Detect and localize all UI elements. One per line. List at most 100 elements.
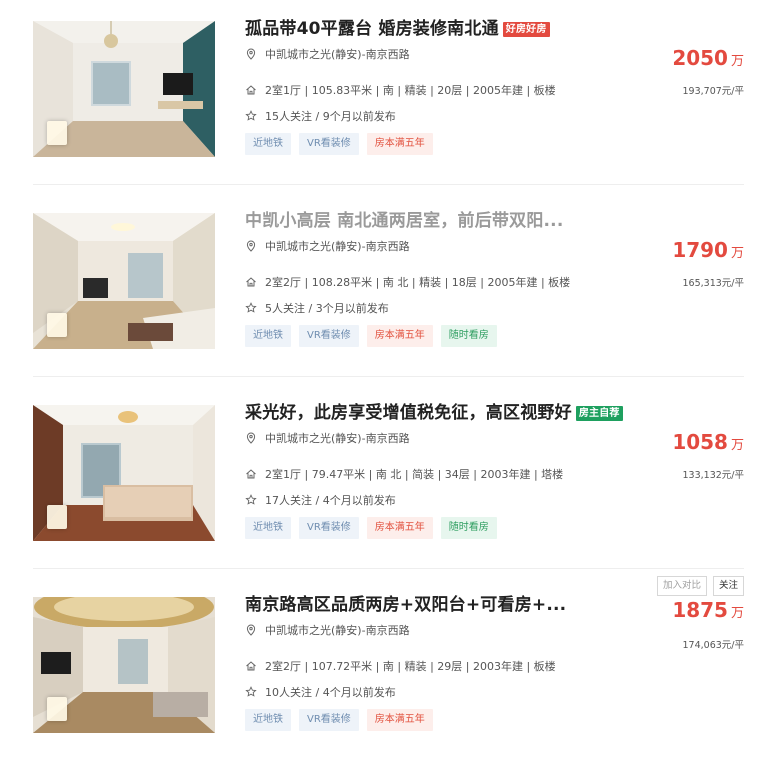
total-price: 1790 万 <box>672 238 744 262</box>
tag-chip: 近地铁 <box>245 709 291 731</box>
tag-chip: VR看装修 <box>299 709 359 731</box>
total-price-value: 1058 <box>672 430 728 454</box>
listing-card[interactable]: 中凯小高层 南北通两居室，前后带双阳... 中凯城市之光(静安) - 南京西路 … <box>0 192 767 382</box>
district-link[interactable]: 南京西路 <box>366 46 410 62</box>
listing-title-text[interactable]: 中凯小高层 南北通两居室，前后带双阳... <box>245 211 564 231</box>
listing-card[interactable]: 采光好，此房享受增值税免征，高区视野好 房主自荐 中凯城市之光(静安) - 南京西… <box>0 384 767 574</box>
tag-chip: VR看装修 <box>299 325 359 347</box>
listing-location: 中凯城市之光(静安) - 南京西路 <box>245 430 410 446</box>
tag-chip: 房本满五年 <box>366 517 433 539</box>
vr-icon <box>47 697 67 721</box>
location-pin-icon <box>245 240 257 252</box>
house-info-text: 2室2厅 | 107.72平米 | 南 | 精装 | 29层 | 2003年建 … <box>265 660 556 673</box>
listing-follow: 17人关注 / 4个月以前发布 <box>245 492 396 508</box>
listing-photo[interactable] <box>33 597 215 733</box>
follow-info-text: 5人关注 / 3个月以前发布 <box>265 302 389 315</box>
listing-title[interactable]: 采光好，此房享受增值税免征，高区视野好 房主自荐 <box>245 398 623 423</box>
listing-location: 中凯城市之光(静安) - 南京西路 <box>245 622 410 638</box>
listing-divider <box>33 568 744 569</box>
community-link[interactable]: 中凯城市之光(静安) <box>265 430 362 446</box>
listing-follow: 5人关注 / 3个月以前发布 <box>245 300 389 316</box>
tag-list: 近地铁 VR看装修 房本满五年 随时看房 <box>245 325 505 347</box>
district-link[interactable]: 南京西路 <box>366 430 410 446</box>
house-icon <box>245 84 257 96</box>
house-info-text: 2室1厅 | 79.47平米 | 南 北 | 简装 | 34层 | 2003年建… <box>265 468 564 481</box>
tag-chip: 近地铁 <box>245 325 291 347</box>
listing-card[interactable]: 南京路高区品质两房+双阳台+可看房+... 中凯城市之光(静安) - 南京西路 … <box>0 576 767 766</box>
listing-title[interactable]: 孤品带40平露台 婚房装修南北通 好房好房 <box>245 14 550 39</box>
star-icon <box>245 110 257 122</box>
tag-chip: VR看装修 <box>299 133 359 155</box>
listing-photo[interactable] <box>33 213 215 349</box>
listing-card[interactable]: 孤品带40平露台 婚房装修南北通 好房好房 中凯城市之光(静安) - 南京西路 2… <box>0 0 767 190</box>
listing-title-text[interactable]: 采光好，此房享受增值税免征，高区视野好 <box>245 403 572 423</box>
listing-title-text[interactable]: 孤品带40平露台 婚房装修南北通 <box>245 19 499 39</box>
total-price: 1875 万 <box>672 598 744 622</box>
listing-divider <box>33 376 744 377</box>
vr-icon <box>47 505 67 529</box>
tag-list: 近地铁 VR看装修 房本满五年 <box>245 133 441 155</box>
total-price: 2050 万 <box>672 46 744 70</box>
tag-chip: 随时看房 <box>440 325 497 347</box>
tag-chip: 房本满五年 <box>366 325 433 347</box>
total-price-unit: 万 <box>730 438 744 453</box>
listing-photo[interactable] <box>33 405 215 541</box>
location-pin-icon <box>245 48 257 60</box>
house-info-text: 2室2厅 | 108.28平米 | 南 北 | 精装 | 18层 | 2005年… <box>265 276 571 289</box>
star-icon <box>245 494 257 506</box>
add-to-compare-button[interactable]: 加入对比 <box>656 576 707 596</box>
community-link[interactable]: 中凯城市之光(静安) <box>265 238 362 254</box>
tag-chip: 房本满五年 <box>366 133 433 155</box>
location-pin-icon <box>245 432 257 444</box>
community-link[interactable]: 中凯城市之光(静安) <box>265 622 362 638</box>
tag-chip: 近地铁 <box>245 133 291 155</box>
community-link[interactable]: 中凯城市之光(静安) <box>265 46 362 62</box>
total-price-unit: 万 <box>730 246 744 261</box>
follow-info-text: 15人关注 / 9个月以前发布 <box>265 110 396 123</box>
listing-divider <box>33 184 744 185</box>
listing-location: 中凯城市之光(静安) - 南京西路 <box>245 238 410 254</box>
house-info-text: 2室1厅 | 105.83平米 | 南 | 精装 | 20层 | 2005年建 … <box>265 84 556 97</box>
listing-location: 中凯城市之光(静安) - 南京西路 <box>245 46 410 62</box>
tag-list: 近地铁 VR看装修 房本满五年 随时看房 <box>245 517 505 539</box>
follow-button[interactable]: 关注 <box>712 576 744 596</box>
district-link[interactable]: 南京西路 <box>366 622 410 638</box>
listing-title[interactable]: 中凯小高层 南北通两居室，前后带双阳... <box>245 206 564 231</box>
house-icon <box>245 276 257 288</box>
house-icon <box>245 468 257 480</box>
total-price-value: 1875 <box>672 598 728 622</box>
listing-info: 2室2厅 | 107.72平米 | 南 | 精装 | 29层 | 2003年建 … <box>245 658 556 674</box>
district-link[interactable]: 南京西路 <box>366 238 410 254</box>
star-icon <box>245 302 257 314</box>
total-price-unit: 万 <box>730 54 744 69</box>
star-icon <box>245 686 257 698</box>
unit-price: 165,313元/平 <box>682 278 745 289</box>
listing-follow: 10人关注 / 4个月以前发布 <box>245 684 396 700</box>
tag-chip: 随时看房 <box>440 517 497 539</box>
tag-chip: 近地铁 <box>245 517 291 539</box>
vr-icon <box>47 313 67 337</box>
listing-info: 2室2厅 | 108.28平米 | 南 北 | 精装 | 18层 | 2005年… <box>245 274 570 290</box>
total-price-value: 2050 <box>672 46 728 70</box>
follow-info-text: 17人关注 / 4个月以前发布 <box>265 494 396 507</box>
total-price: 1058 万 <box>672 430 744 454</box>
total-price-value: 1790 <box>672 238 728 262</box>
listing-title[interactable]: 南京路高区品质两房+双阳台+可看房+... <box>245 590 566 615</box>
vr-icon <box>47 121 67 145</box>
listing-info: 2室1厅 | 79.47平米 | 南 北 | 简装 | 34层 | 2003年建… <box>245 466 563 482</box>
location-pin-icon <box>245 624 257 636</box>
follow-info-text: 10人关注 / 4个月以前发布 <box>265 686 396 699</box>
tag-chip: 房本满五年 <box>366 709 433 731</box>
tag-list: 近地铁 VR看装修 房本满五年 <box>245 709 441 731</box>
listing-info: 2室1厅 | 105.83平米 | 南 | 精装 | 20层 | 2005年建 … <box>245 82 556 98</box>
listing-follow: 15人关注 / 9个月以前发布 <box>245 108 396 124</box>
title-badge: 好房好房 <box>502 22 550 37</box>
total-price-unit: 万 <box>730 606 744 621</box>
house-icon <box>245 660 257 672</box>
tag-chip: VR看装修 <box>299 517 359 539</box>
listing-title-text[interactable]: 南京路高区品质两房+双阳台+可看房+... <box>245 595 566 615</box>
unit-price: 133,132元/平 <box>682 470 745 481</box>
unit-price: 174,063元/平 <box>682 640 745 651</box>
listing-photo[interactable] <box>33 21 215 157</box>
unit-price: 193,707元/平 <box>682 86 745 97</box>
